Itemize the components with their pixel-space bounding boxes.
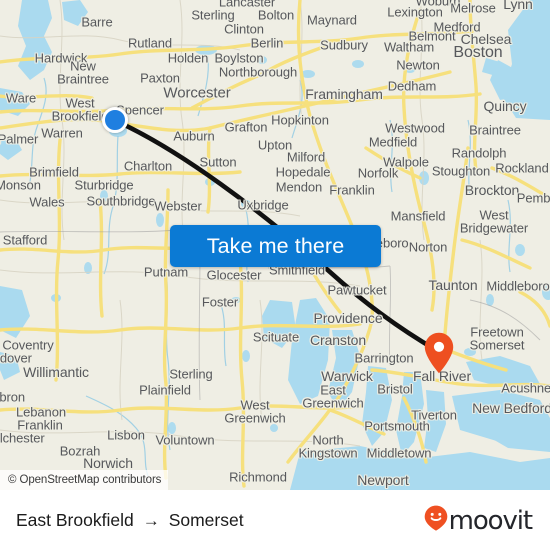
moovit-wordmark: moovit — [448, 506, 533, 536]
destination-marker[interactable] — [424, 332, 454, 374]
map-pin-icon — [424, 332, 454, 374]
moovit-logo[interactable]: moovit — [424, 505, 533, 536]
arrow-right-icon: → — [142, 510, 160, 530]
destination-label: Somerset — [168, 509, 244, 530]
take-me-there-button[interactable]: Take me there — [170, 225, 381, 267]
route-summary: East Brookfield → Somerset — [16, 510, 244, 531]
origin-marker[interactable] — [102, 107, 128, 133]
footer-bar: East Brookfield → Somerset moovit — [0, 490, 550, 550]
map-attribution[interactable]: © OpenStreetMap contributors — [0, 470, 169, 490]
origin-label: East Brookfield — [16, 509, 134, 530]
moovit-pin-smiley-icon — [424, 505, 448, 536]
